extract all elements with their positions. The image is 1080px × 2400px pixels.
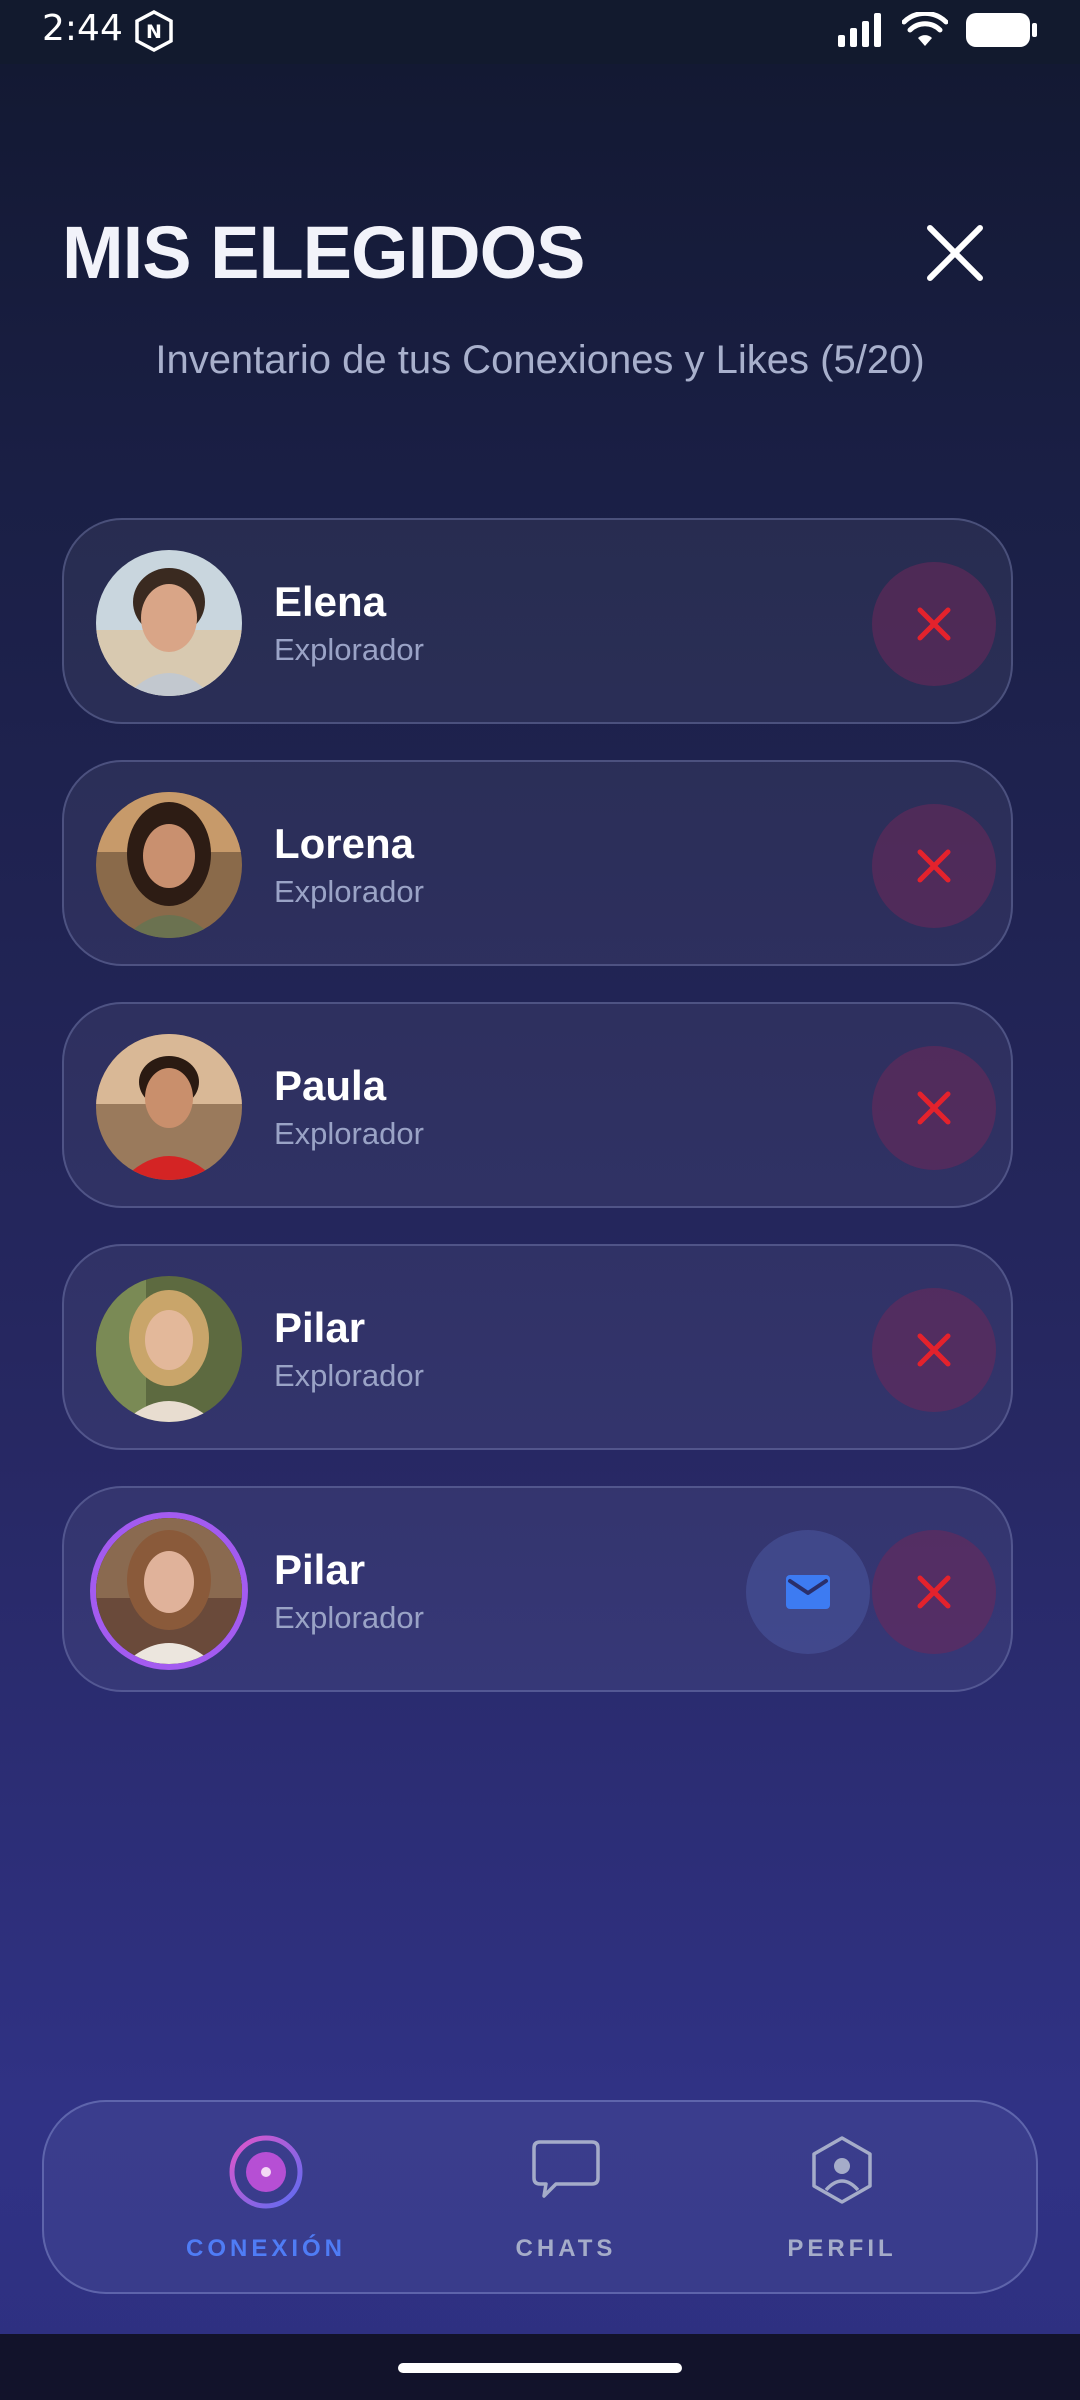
remove-button[interactable] <box>872 1046 996 1170</box>
chat-bubble-icon <box>532 2140 600 2198</box>
nav-label: CONEXIÓN <box>185 2235 346 2262</box>
connection-card[interactable]: Pilar Explorador <box>62 1244 1013 1450</box>
connection-name: Pilar <box>274 1546 366 1593</box>
remove-button[interactable] <box>872 562 996 686</box>
connection-card[interactable]: Paula Explorador <box>62 1002 1013 1208</box>
status-indicators <box>838 12 1038 48</box>
connection-role: Explorador <box>274 1600 424 1635</box>
battery-icon <box>966 13 1037 47</box>
avatar[interactable] <box>96 792 242 938</box>
status-bar: 2:44 N <box>0 0 1080 64</box>
svg-text:N: N <box>146 21 162 43</box>
page-title: MIS ELEGIDOS <box>62 211 586 294</box>
avatar-photo-pilar <box>96 1276 242 1422</box>
status-time: 2:44 <box>42 8 123 49</box>
avatar[interactable] <box>96 1276 242 1422</box>
connection-card[interactable]: Elena Explorador <box>62 518 1013 724</box>
mail-icon <box>786 1575 830 1609</box>
close-button[interactable] <box>920 218 990 288</box>
wifi-icon <box>902 12 948 46</box>
message-button[interactable] <box>746 1530 870 1654</box>
avatar-photo-paula <box>96 1034 242 1180</box>
connection-role: Explorador <box>274 1116 424 1151</box>
nav-item-conexion[interactable]: CONEXIÓN <box>156 2132 376 2263</box>
connection-card[interactable]: Pilar Explorador <box>62 1486 1013 1692</box>
profile-hex-icon <box>812 2136 872 2204</box>
connection-name: Pilar <box>274 1304 366 1351</box>
close-icon <box>917 1091 951 1125</box>
connection-card[interactable]: Lorena Explorador <box>62 760 1013 966</box>
remove-button[interactable] <box>872 804 996 928</box>
close-icon <box>917 1575 951 1609</box>
close-icon <box>917 607 951 641</box>
signal-icon <box>838 13 881 47</box>
connection-name: Elena <box>274 578 387 625</box>
remove-button[interactable] <box>872 1288 996 1412</box>
connection-name: Lorena <box>274 820 415 867</box>
bottom-navigation: CONEXIÓN CHATS PERFIL <box>42 2100 1038 2294</box>
n-notification-icon: N <box>135 10 173 52</box>
remove-button[interactable] <box>872 1530 996 1654</box>
connection-role: Explorador <box>274 874 424 909</box>
nav-item-perfil[interactable]: PERFIL <box>732 2132 952 2263</box>
avatar-photo-elena <box>96 550 242 696</box>
avatar[interactable] <box>96 1518 242 1664</box>
avatar[interactable] <box>96 1034 242 1180</box>
home-indicator[interactable] <box>398 2363 682 2373</box>
avatar-photo-lorena <box>96 792 242 938</box>
close-icon <box>917 1333 951 1367</box>
connection-role: Explorador <box>274 632 424 667</box>
nav-label: CHATS <box>515 2235 617 2262</box>
nav-label: PERFIL <box>787 2235 897 2262</box>
connection-name: Paula <box>274 1062 387 1109</box>
connection-role: Explorador <box>274 1358 424 1393</box>
close-icon <box>917 849 951 883</box>
avatar-photo-pilar-2 <box>96 1518 242 1664</box>
nav-item-chats[interactable]: CHATS <box>456 2132 676 2263</box>
page-subtitle: Inventario de tus Conexiones y Likes (5/… <box>155 338 925 382</box>
avatar[interactable] <box>96 550 242 696</box>
target-icon <box>229 2135 303 2209</box>
